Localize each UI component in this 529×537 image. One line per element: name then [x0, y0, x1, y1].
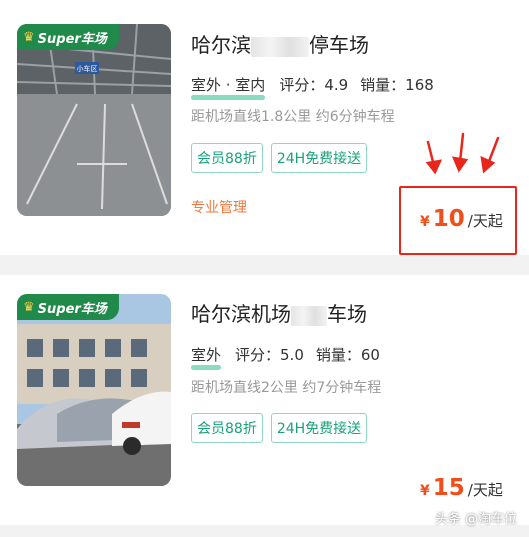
title-start: 哈尔滨机场 — [191, 302, 291, 326]
tag-member-discount: 会员88折 — [191, 143, 263, 173]
red-arrow-icon — [425, 132, 500, 175]
sales-count: 销量：168 — [360, 76, 434, 94]
sales-count: 销量：60 — [315, 346, 380, 364]
blurred-name — [291, 305, 327, 326]
parking-type: 室外 · 室内 — [191, 76, 266, 100]
image-sign-text: 小车区 — [77, 64, 98, 73]
parking-listing-card[interactable]: ♛ Super车场 哈尔滨机场 车场 室外 评分：5.0 销量：60 距机场直线2… — [0, 275, 529, 525]
watermark: 头条 @淘车位 — [434, 512, 517, 527]
tag-member-discount: 会员88折 — [191, 413, 263, 443]
super-parking-badge: ♛ Super车场 — [17, 294, 119, 320]
blurred-name — [251, 36, 309, 57]
price-highlight-box — [399, 186, 517, 255]
tag-free-shuttle: 24H免费接送 — [270, 143, 368, 173]
super-badge-label: Super车场 — [37, 301, 107, 317]
listing-title[interactable]: 哈尔滨 停车场 — [191, 29, 369, 58]
price: ¥ 15 /天起 — [420, 475, 503, 501]
rating: 评分：5.0 — [235, 346, 304, 364]
crown-icon: ♛ — [23, 299, 35, 315]
tag-list: 会员88折 24H免费接送 — [191, 413, 368, 443]
management-label: 专业管理 — [191, 200, 247, 216]
super-badge-label: Super车场 — [37, 31, 107, 47]
price-unit: /天起 — [467, 481, 503, 499]
tag-list: 会员88折 24H免费接送 — [191, 143, 368, 173]
crown-icon: ♛ — [23, 29, 35, 45]
title-end: 车场 — [327, 302, 367, 326]
listing-meta: 室外 · 室内 评分：4.9 销量：168 — [191, 74, 434, 100]
distance-info: 距机场直线2公里 约7分钟车程 — [191, 380, 382, 396]
tag-free-shuttle: 24H免费接送 — [270, 413, 368, 443]
price-amount: 15 — [432, 475, 465, 501]
parking-listing-card[interactable]: 小车区 ♛ Super车场 哈尔滨 停车场 室外 · 室内 评分：4.9 销量：1… — [0, 0, 529, 255]
parking-type: 室外 — [191, 346, 222, 370]
listing-meta: 室外 评分：5.0 销量：60 — [191, 344, 380, 370]
rating: 评分：4.9 — [279, 76, 349, 94]
listing-title[interactable]: 哈尔滨机场 车场 — [191, 298, 367, 327]
parking-lot-photo: 小车区 ♛ Super车场 — [17, 24, 171, 216]
parking-lot-photo: ♛ Super车场 — [17, 294, 171, 486]
distance-info: 距机场直线1.8公里 约6分钟车程 — [191, 109, 395, 125]
price-currency: ¥ — [420, 483, 430, 499]
super-parking-badge: ♛ Super车场 — [17, 24, 119, 50]
title-end: 停车场 — [309, 33, 369, 57]
title-start: 哈尔滨 — [191, 33, 251, 57]
